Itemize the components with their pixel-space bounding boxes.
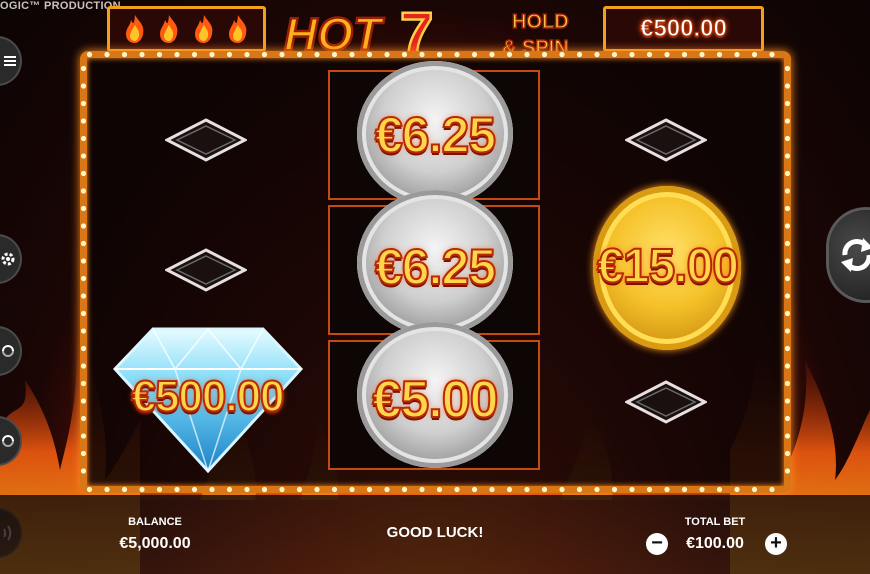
status-message: GOOD LUCK! (386, 524, 484, 541)
total-bet-value: €100.00 (686, 535, 744, 552)
coin-prize-value: €6.25 (374, 106, 497, 164)
balance-label: BALANCE (128, 516, 182, 528)
flame-icon (160, 15, 178, 43)
studio-watermark: OGIC™ PRODUCTION (0, 0, 121, 12)
decrease-bet-button[interactable]: − (646, 533, 668, 555)
coin-prize-value: €6.25 (374, 238, 497, 296)
balance-value: €5,000.00 (119, 535, 191, 552)
coin-prize-value: €15.00 (596, 239, 740, 294)
jackpot-display: €500.00 (603, 6, 764, 52)
turbo-icon (2, 435, 14, 447)
blank-diamond-symbol (165, 248, 247, 292)
logo-hold: HOLD (512, 11, 569, 33)
flame-icon (126, 15, 144, 43)
coin-prize-value: €500.00 (130, 371, 285, 422)
autoplay-icon (2, 345, 14, 357)
blank-diamond-symbol (625, 118, 707, 162)
flame-icon (228, 15, 247, 43)
increase-bet-button[interactable]: + (765, 533, 787, 555)
spin-icon (841, 238, 870, 272)
menu-icon (4, 56, 16, 66)
gear-icon (1, 252, 15, 266)
blank-diamond-symbol (625, 380, 707, 424)
blank-diamond-symbol (165, 118, 247, 162)
flame-icon (194, 15, 213, 43)
coin-prize-value: €5.00 (371, 370, 499, 430)
total-bet-label: TOTAL BET (684, 516, 746, 528)
fire-meter (107, 6, 266, 52)
